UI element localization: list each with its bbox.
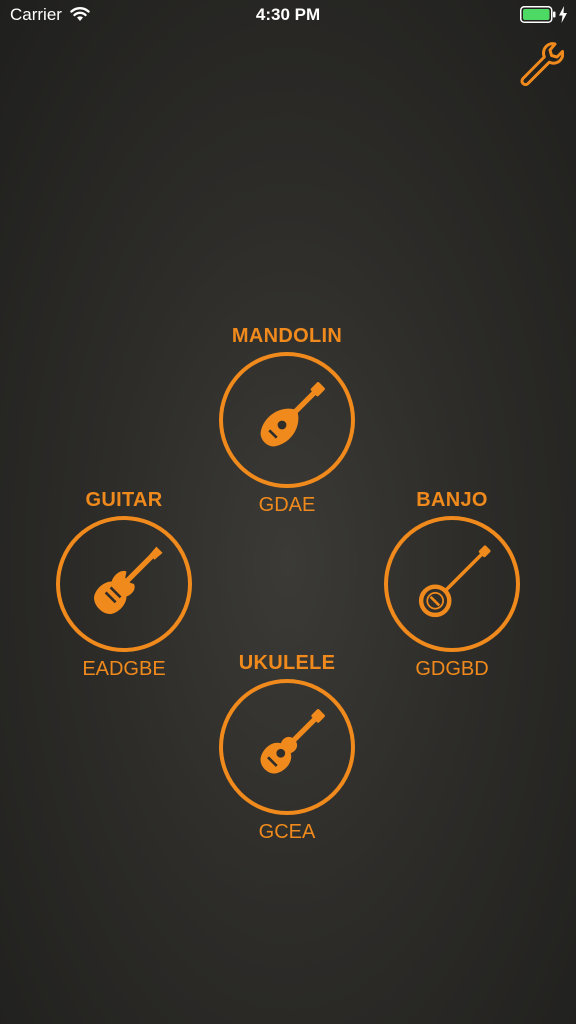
instrument-name: UKULELE [238,652,336,674]
instrument-tuning: GDGBD [415,658,489,680]
instrument-tuning: GCEA [258,821,316,843]
banjo-icon [418,545,491,618]
ukulele-icon [260,709,325,774]
instrument-tuning: EADGBE [82,658,166,680]
charging-bolt-icon [559,6,567,23]
banjo-button[interactable] [384,516,520,652]
ukulele-button[interactable] [219,679,355,815]
status-bar: Carrier 4:30 PM [0,0,576,30]
instrument-ukulele: UKULELE GCEA [207,651,367,845]
instrument-guitar: GUITAR EADGBE [44,488,204,682]
clock: 4:30 PM [255,5,321,24]
instrument-name: GUITAR [85,489,163,511]
instrument-tuning: GDAE [258,494,316,516]
settings-button[interactable] [518,40,565,87]
instrument-name: MANDOLIN [231,325,343,347]
battery-icon [520,6,556,23]
instrument-banjo: BANJO GDGBD [372,488,532,682]
mandolin-button[interactable] [219,352,355,488]
instrument-mandolin: MANDOLIN GDAE [207,324,367,518]
guitar-button[interactable] [56,516,192,652]
mandolin-icon [260,382,325,447]
electric-guitar-icon [94,546,163,614]
wrench-icon [520,42,565,87]
instrument-name: BANJO [416,489,488,511]
